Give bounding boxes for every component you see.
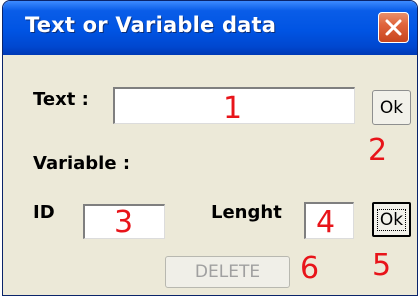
close-button[interactable] [378,12,409,43]
delete-button[interactable]: DELETE [165,256,290,288]
text-ok-label: Ok [379,97,404,118]
marker-3: 3 [114,205,134,240]
id-label: ID [33,202,55,223]
close-icon [385,19,402,36]
marker-5: 5 [372,248,392,283]
window-title: Text or Variable data [25,13,277,37]
marker-6: 6 [300,251,320,286]
dialog-window: Text or Variable data Text : 1 Ok 2 Vari… [2,0,418,296]
variable-ok-label: Ok [376,208,407,231]
marker-2: 2 [368,133,388,168]
marker-1: 1 [223,91,243,126]
variable-label: Variable : [33,153,131,174]
title-bar[interactable]: Text or Variable data [3,1,417,55]
text-ok-button[interactable]: Ok [372,90,411,125]
delete-label: DELETE [194,262,261,282]
length-label: Lenght [211,202,282,223]
text-label: Text : [33,89,89,110]
marker-4: 4 [316,205,336,240]
variable-ok-button[interactable]: Ok [372,202,411,237]
